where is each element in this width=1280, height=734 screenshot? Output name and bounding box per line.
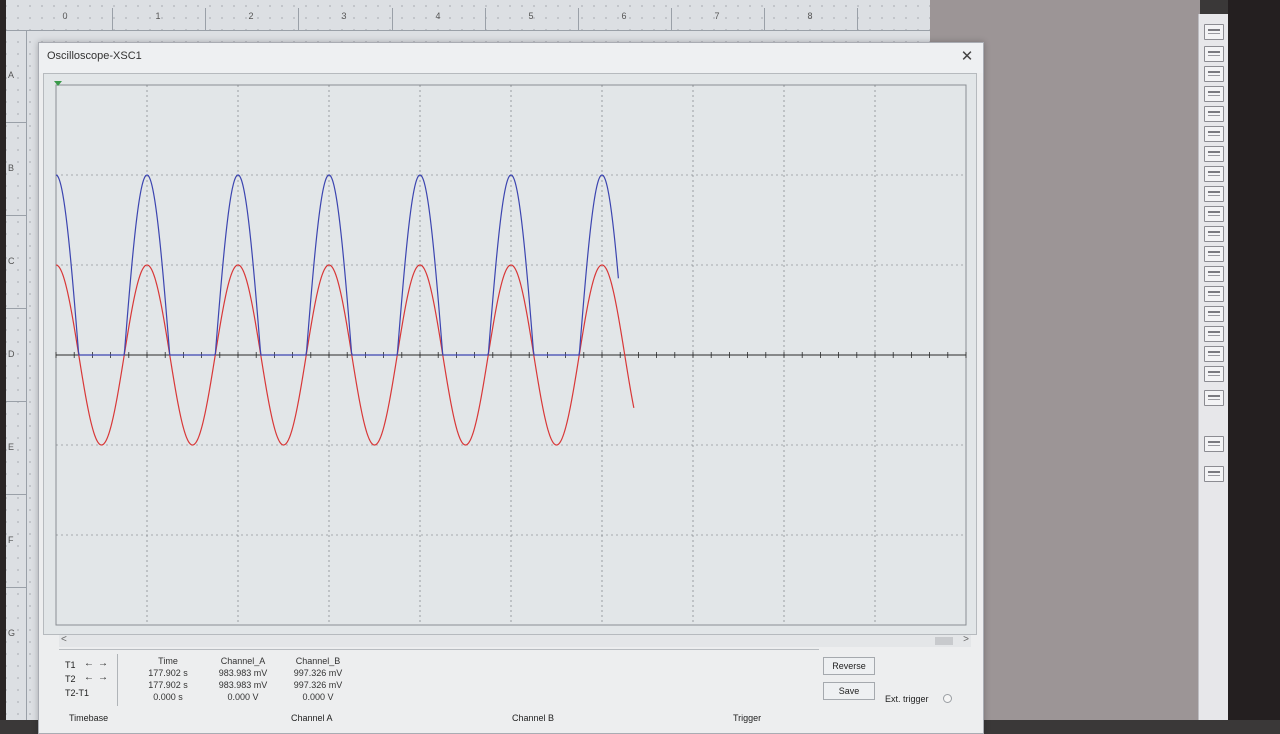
probe-tool-button[interactable] (1204, 466, 1224, 482)
time-header: Time (158, 656, 178, 666)
channel-a-section-label: Channel A (291, 713, 333, 723)
title-bar[interactable]: Oscilloscope-XSC1 ✕ (39, 43, 983, 73)
instrument-button[interactable] (1204, 146, 1224, 162)
t2-channel-a: 983.983 mV (218, 680, 268, 690)
t2-time: 177.902 s (148, 680, 188, 690)
ruler-letter: E (8, 442, 15, 452)
ruler-number: 5 (528, 11, 534, 21)
trigger-section-label: Trigger (733, 713, 762, 723)
scroll-left-arrow[interactable]: < (61, 634, 67, 645)
instrument-button[interactable] (1204, 106, 1224, 122)
cursor-readout: T1 T2 T2-T1 ← → ← → Time Channel_A Chann… (59, 649, 819, 710)
instrument-button[interactable] (1204, 366, 1224, 382)
ruler-number: 7 (714, 11, 720, 21)
ruler-number: 1 (155, 11, 161, 21)
ruler-letter: G (8, 628, 16, 638)
ext-trigger-radio[interactable] (943, 694, 952, 703)
ruler-letter: F (8, 535, 14, 545)
t1-left-arrow-button[interactable]: ← (83, 658, 95, 669)
ruler-number: 2 (248, 11, 254, 21)
oscilloscope-window: Oscilloscope-XSC1 ✕ < > T1 T2 T2-T1 ← → … (38, 42, 984, 734)
t2-label: T2 (65, 674, 76, 684)
instrument-button[interactable] (1204, 286, 1224, 302)
instrument-button[interactable] (1204, 206, 1224, 222)
ruler-letter: A (8, 70, 15, 80)
ruler-letter: B (8, 163, 15, 173)
instrument-button[interactable] (1204, 166, 1224, 182)
t1-channel-a: 983.983 mV (218, 668, 268, 678)
ruler-letter: D (8, 349, 15, 359)
channel-b-section-label: Channel B (512, 713, 555, 723)
instrument-button[interactable] (1204, 46, 1224, 62)
channel-a-header: Channel_A (220, 656, 266, 666)
ruler-number: 0 (62, 11, 68, 21)
instruments-toolbar (1198, 14, 1230, 720)
ruler-letter: C (8, 256, 15, 266)
ruler-number: 6 (621, 11, 627, 21)
save-button[interactable]: Save (823, 682, 875, 700)
t1-time: 177.902 s (148, 668, 188, 678)
ruler-number: 4 (435, 11, 441, 21)
probe-tool-button[interactable] (1204, 436, 1224, 452)
t2-t1-label: T2-T1 (65, 688, 90, 698)
close-button[interactable]: ✕ (957, 47, 977, 67)
instrument-button[interactable] (1204, 66, 1224, 82)
instrument-button[interactable] (1204, 24, 1224, 40)
t1-label: T1 (65, 660, 76, 670)
monitor-bezel (1228, 0, 1280, 720)
instrument-button[interactable] (1204, 306, 1224, 322)
ruler-number: 3 (341, 11, 347, 21)
readout-table: Time Channel_A Channel_B 177.902 s 983.9… (117, 654, 818, 706)
diff-channel-b: 0.000 V (302, 692, 334, 702)
waveform-plot (54, 81, 967, 626)
instrument-button[interactable] (1204, 126, 1224, 142)
scope-display (43, 73, 977, 635)
instrument-button[interactable] (1204, 390, 1224, 406)
instrument-button[interactable] (1204, 266, 1224, 282)
reverse-button[interactable]: Reverse (823, 657, 875, 675)
monitor-bezel-left (0, 0, 6, 720)
horizontal-scrollbar[interactable]: < > (59, 634, 971, 647)
diff-channel-a: 0.000 V (227, 692, 259, 702)
t2-right-arrow-button[interactable]: → (97, 672, 109, 683)
t1-channel-b: 997.326 mV (293, 668, 343, 678)
ruler-number: 8 (807, 11, 813, 21)
ext-trigger-label: Ext. trigger (885, 694, 929, 704)
instrument-button[interactable] (1204, 346, 1224, 362)
scroll-thumb[interactable] (935, 637, 953, 645)
timebase-section-label: Timebase (69, 713, 109, 723)
t2-left-arrow-button[interactable]: ← (83, 672, 95, 683)
instrument-button[interactable] (1204, 86, 1224, 102)
window-title: Oscilloscope-XSC1 (47, 50, 142, 62)
instrument-button[interactable] (1204, 186, 1224, 202)
t1-right-arrow-button[interactable]: → (97, 658, 109, 669)
top-ruler: 0 1 2 3 4 5 6 7 8 (0, 8, 930, 31)
t2-channel-b: 997.326 mV (293, 680, 343, 690)
scroll-right-arrow[interactable]: > (963, 634, 969, 645)
instrument-button[interactable] (1204, 226, 1224, 242)
channel-b-header: Channel_B (295, 656, 341, 666)
instrument-button[interactable] (1204, 326, 1224, 342)
diff-time: 0.000 s (153, 692, 183, 702)
instrument-button[interactable] (1204, 246, 1224, 262)
